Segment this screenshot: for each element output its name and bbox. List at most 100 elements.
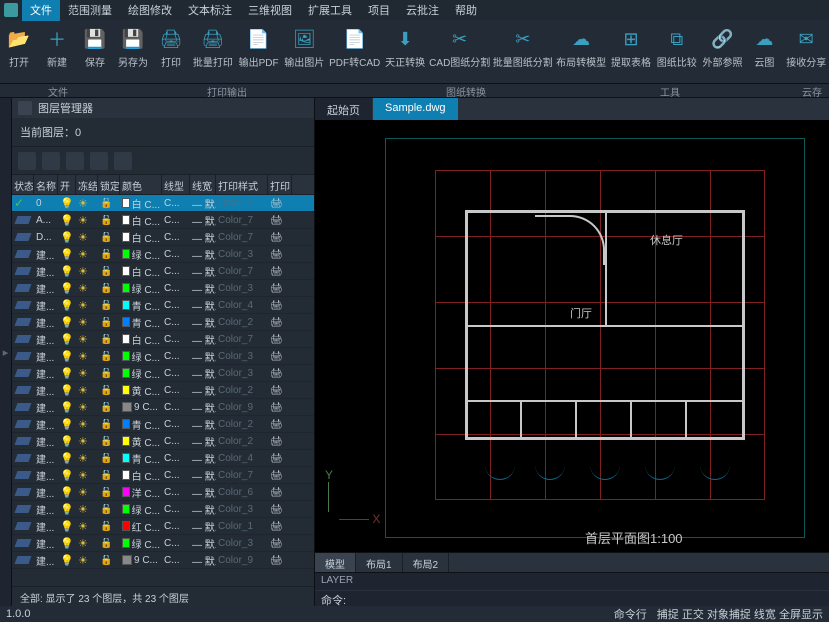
ribbon-外部参照[interactable]: 🔗外部参照: [700, 20, 746, 83]
ribbon-打印[interactable]: 🖨打印: [152, 20, 190, 83]
ribbon-icon: ＋: [44, 26, 70, 52]
status-bar: 1.0.0 命令行 捕捉 正交 对象捕捉 线宽 全屏显示: [0, 606, 829, 622]
ribbon-icon: ⬇: [392, 26, 418, 52]
layer-row[interactable]: 建...💡☀🔓白 C...C...— 默.Color_7🖨: [12, 467, 314, 484]
layer-row[interactable]: 建...💡☀🔓绿 C...C...— 默.Color_3🖨: [12, 535, 314, 552]
layer-row[interactable]: 建...💡☀🔓红 C...C...— 默.Color_1🖨: [12, 518, 314, 535]
layer-row[interactable]: 建...💡☀🔓9 C...C...— 默.Color_9🖨: [12, 399, 314, 416]
layer-row[interactable]: 建...💡☀🔓白 C...C...— 默.Color_7🖨: [12, 331, 314, 348]
menu-item-4[interactable]: 三维视图: [240, 0, 300, 21]
menu-item-0[interactable]: 文件: [22, 0, 60, 21]
ribbon-icon: ☁: [751, 26, 777, 52]
menu-item-6[interactable]: 项目: [360, 0, 398, 21]
layout-tab-2[interactable]: 布局2: [403, 553, 450, 572]
ribbon-icon: 🖼: [291, 26, 317, 52]
menu-item-5[interactable]: 扩展工具: [300, 0, 360, 21]
room-label-hall: 门厅: [570, 305, 592, 321]
ribbon-icon: 🖨: [200, 26, 226, 52]
layer-tool-4[interactable]: [90, 152, 108, 170]
layer-row[interactable]: 建...💡☀🔓青 C...C...— 默.Color_2🖨: [12, 314, 314, 331]
app-logo-icon: [4, 3, 18, 17]
layer-row[interactable]: D...💡☀🔓白 C...C...— 默.Color_7🖨: [12, 229, 314, 246]
ribbon-图纸比较[interactable]: ⧉图纸比较: [654, 20, 700, 83]
layer-row[interactable]: 建...💡☀🔓黄 C...C...— 默.Color_2🖨: [12, 382, 314, 399]
ucs-y-axis-icon: Y: [325, 468, 333, 512]
layout-tab-1[interactable]: 布局1: [356, 553, 403, 572]
menu-item-8[interactable]: 帮助: [447, 0, 485, 21]
layer-panel-header: 图层管理器: [12, 98, 314, 118]
layer-row[interactable]: 建...💡☀🔓9 C...C...— 默.Color_9🖨: [12, 552, 314, 569]
layer-settings-icon[interactable]: [18, 101, 32, 115]
ribbon-天正转换[interactable]: ⬇天正转换: [382, 20, 428, 83]
ribbon-icon: ⧉: [664, 26, 690, 52]
ribbon-icon: ✂: [447, 26, 473, 52]
drawing-viewport[interactable]: 休息厅 门厅 首层平面图1:100 Y X: [315, 120, 829, 552]
tab-start[interactable]: 起始页: [315, 98, 372, 120]
ribbon-icon: ☁: [568, 26, 594, 52]
ribbon-toolbar: 📂打开＋新建💾保存💾另存为🖨打印🖨批量打印📄输出PDF🖼输出图片📄PDF转CAD…: [0, 20, 829, 84]
layer-tools: [12, 147, 314, 175]
ribbon-接收分享[interactable]: ✉接收分享: [783, 20, 829, 83]
layer-row[interactable]: 建...💡☀🔓绿 C...C...— 默.Color_3🖨: [12, 246, 314, 263]
layer-row[interactable]: 建...💡☀🔓绿 C...C...— 默.Color_3🖨: [12, 280, 314, 297]
menu-item-1[interactable]: 范围测量: [60, 0, 120, 21]
ribbon-icon: 📄: [342, 26, 368, 52]
layer-tool-1[interactable]: [18, 152, 36, 170]
layer-panel-title: 图层管理器: [38, 100, 93, 116]
ribbon-icon: ✉: [793, 26, 819, 52]
layer-row[interactable]: 建...💡☀🔓青 C...C...— 默.Color_4🖨: [12, 450, 314, 467]
layer-row[interactable]: ✓0💡☀🔓白 C...C...— 默.Color_7🖨: [12, 195, 314, 212]
ribbon-CAD图纸分割[interactable]: ✂CAD图纸分割: [428, 20, 492, 83]
menu-item-3[interactable]: 文本标注: [180, 0, 240, 21]
ribbon-云图[interactable]: ☁云图: [745, 20, 783, 83]
ribbon-输出PDF[interactable]: 📄输出PDF: [236, 20, 282, 83]
layer-manager-panel: 图层管理器 当前图层：0 状态 名称 开 冻结 锁定 颜色 线型 线宽 打印样式…: [12, 98, 315, 606]
ribbon-group-labels: 文件打印输出图纸转换工具云存储: [0, 84, 829, 98]
layer-row[interactable]: 建...💡☀🔓绿 C...C...— 默.Color_3🖨: [12, 501, 314, 518]
ucs-x-axis-icon: X: [339, 512, 380, 526]
layer-row[interactable]: 建...💡☀🔓绿 C...C...— 默.Color_3🖨: [12, 365, 314, 382]
layer-row[interactable]: 建...💡☀🔓绿 C...C...— 默.Color_3🖨: [12, 348, 314, 365]
layer-tool-3[interactable]: [66, 152, 84, 170]
ribbon-另存为[interactable]: 💾另存为: [114, 20, 152, 83]
ribbon-提取表格[interactable]: ⊞提取表格: [608, 20, 654, 83]
menu-bar: 文件范围测量绘图修改文本标注三维视图扩展工具项目云批注帮助: [0, 0, 829, 20]
status-toggles[interactable]: 捕捉 正交 对象捕捉 线宽 全屏显示: [657, 606, 823, 622]
room-label-rest: 休息厅: [650, 232, 683, 248]
layer-panel-footer: 全部: 显示了 23 个图层，共 23 个图层: [12, 586, 314, 606]
ribbon-icon: 💾: [82, 26, 108, 52]
ribbon-打开[interactable]: 📂打开: [0, 20, 38, 83]
ribbon-布局转模型[interactable]: ☁布局转模型: [554, 20, 608, 83]
menu-item-7[interactable]: 云批注: [398, 0, 447, 21]
ribbon-输出图片[interactable]: 🖼输出图片: [281, 20, 327, 83]
command-input[interactable]: 命令:: [315, 590, 829, 606]
layer-row[interactable]: 建...💡☀🔓黄 C...C...— 默.Color_2🖨: [12, 433, 314, 450]
layer-row[interactable]: 建...💡☀🔓青 C...C...— 默.Color_4🖨: [12, 297, 314, 314]
canvas-area: 起始页 Sample.dwg: [315, 98, 829, 606]
menu-item-2[interactable]: 绘图修改: [120, 0, 180, 21]
layout-tabs: 模型 布局1 布局2: [315, 552, 829, 572]
document-tabs: 起始页 Sample.dwg: [315, 98, 829, 120]
tab-file[interactable]: Sample.dwg: [373, 98, 458, 120]
command-history: LAYER: [315, 573, 829, 590]
drawing-title: 首层平面图1:100: [585, 528, 683, 547]
ribbon-批量图纸分割[interactable]: ✂批量图纸分割: [491, 20, 554, 83]
ribbon-保存[interactable]: 💾保存: [76, 20, 114, 83]
ribbon-批量打印[interactable]: 🖨批量打印: [190, 20, 236, 83]
layer-tool-2[interactable]: [42, 152, 60, 170]
status-cmd[interactable]: 命令行: [614, 606, 647, 622]
layer-tool-5[interactable]: [114, 152, 132, 170]
ribbon-icon: 🖨: [158, 26, 184, 52]
layer-row[interactable]: 建...💡☀🔓白 C...C...— 默.Color_7🖨: [12, 263, 314, 280]
layer-row[interactable]: 建...💡☀🔓青 C...C...— 默.Color_2🖨: [12, 416, 314, 433]
ribbon-icon: ✂: [510, 26, 536, 52]
layer-row[interactable]: A...💡☀🔓白 C...C...— 默.Color_7🖨: [12, 212, 314, 229]
layer-table-header: 状态 名称 开 冻结 锁定 颜色 线型 线宽 打印样式 打印: [12, 175, 314, 195]
ribbon-icon: 🔗: [709, 26, 735, 52]
ribbon-PDF转CAD[interactable]: 📄PDF转CAD: [327, 20, 382, 83]
ribbon-新建[interactable]: ＋新建: [38, 20, 76, 83]
layer-row[interactable]: 建...💡☀🔓洋 C...C...— 默.Color_6🖨: [12, 484, 314, 501]
layout-tab-model[interactable]: 模型: [315, 553, 356, 572]
side-toggle-button[interactable]: ▸: [0, 98, 12, 606]
ribbon-icon: ⊞: [618, 26, 644, 52]
